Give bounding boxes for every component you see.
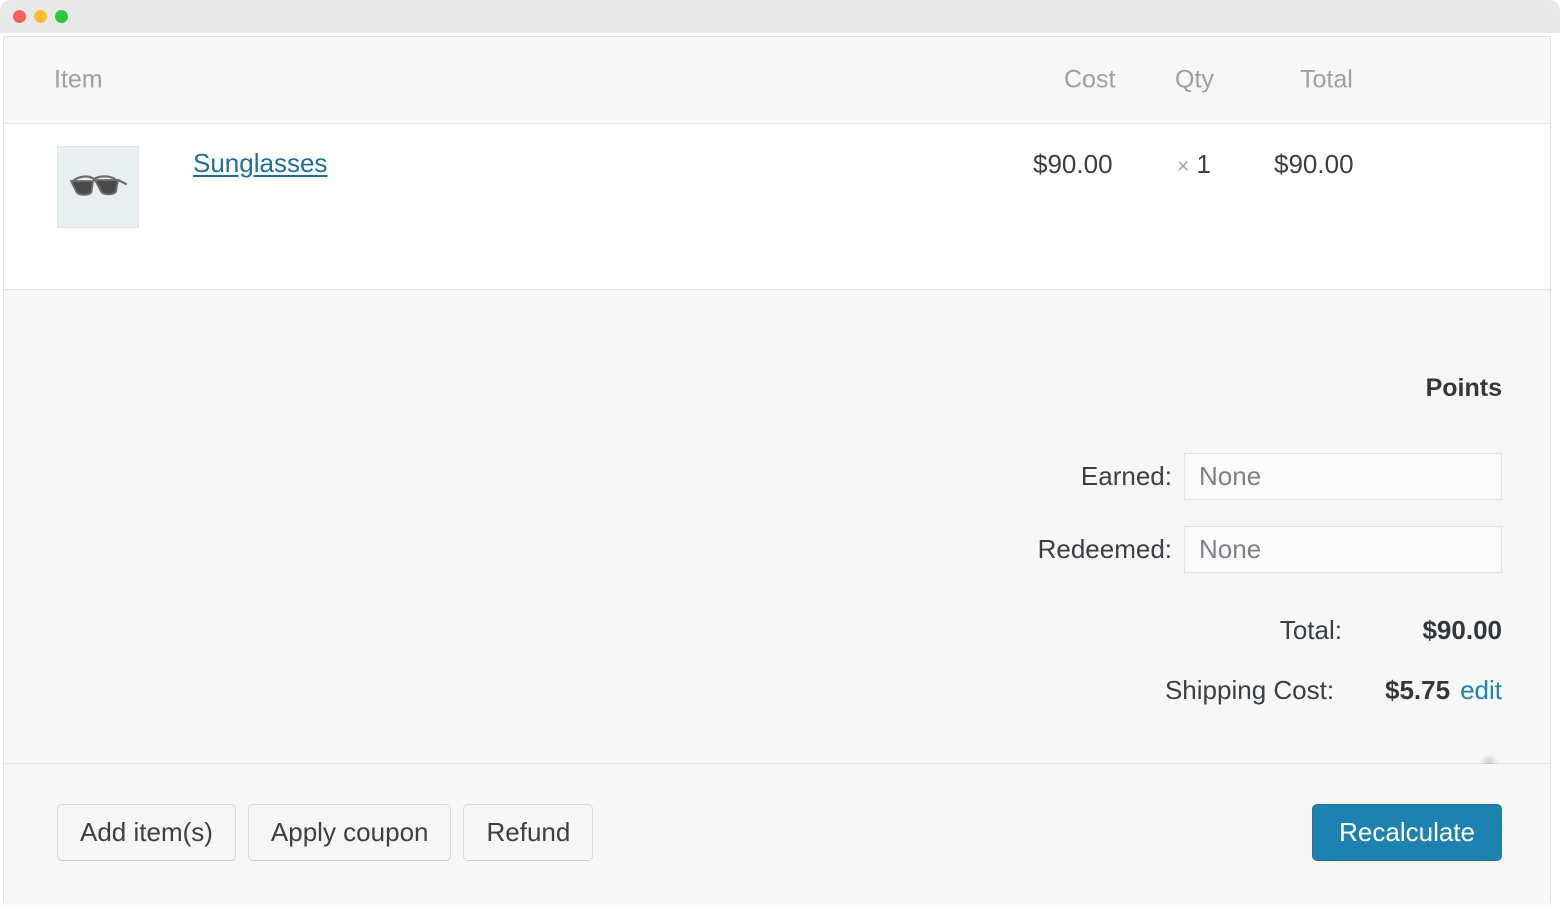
- add-items-button[interactable]: Add item(s): [57, 804, 236, 861]
- order-total-label: Total:: [1279, 615, 1342, 645]
- secondary-actions-group: Add item(s) Apply coupon Refund: [57, 804, 594, 861]
- order-items-panel: Item Cost Qty Total Sunglasses $90.00 × …: [3, 36, 1551, 905]
- points-earned-row: Earned: None: [1081, 453, 1502, 500]
- window-titlebar: [0, 0, 1560, 33]
- points-earned-input[interactable]: None: [1184, 453, 1502, 500]
- points-heading: Points: [1425, 374, 1502, 402]
- order-total-value: $90.00: [1422, 615, 1502, 645]
- product-quantity: × 1: [1177, 149, 1211, 180]
- points-redeemed-row: Redeemed: None: [1038, 526, 1502, 573]
- quantity-value: 1: [1196, 149, 1211, 179]
- shipping-cost-label: Shipping Cost:: [1164, 675, 1335, 705]
- points-earned-label: Earned:: [1080, 461, 1172, 491]
- product-cost: $90.00: [1033, 149, 1113, 179]
- app-window: Item Cost Qty Total Sunglasses $90.00 × …: [0, 0, 1560, 906]
- maximize-window-icon[interactable]: [55, 10, 68, 23]
- sunglasses-product-thumbnail-icon[interactable]: [57, 146, 139, 228]
- column-header-item: Item: [54, 65, 103, 94]
- table-row[interactable]: Sunglasses $90.00 × 1 $90.00: [4, 124, 1550, 290]
- column-header-total: Total: [1300, 65, 1353, 94]
- refund-button[interactable]: Refund: [463, 804, 594, 861]
- shipping-cost-value: $5.75: [1385, 675, 1451, 705]
- shipping-cost-edit-link[interactable]: edit: [1460, 675, 1502, 706]
- column-header-qty: Qty: [1175, 65, 1214, 94]
- order-totals-section: Points Earned: None Redeemed: None Total…: [4, 290, 1550, 772]
- product-name-link[interactable]: Sunglasses: [193, 148, 327, 179]
- apply-coupon-button[interactable]: Apply coupon: [247, 804, 452, 861]
- recalculate-button[interactable]: Recalculate: [1312, 804, 1502, 861]
- shipping-cost-row: Shipping Cost: $5.75 edit: [1034, 675, 1502, 706]
- quantity-multiply-symbol: ×: [1177, 155, 1190, 178]
- points-redeemed-label: Redeemed:: [1037, 534, 1172, 564]
- product-line-total: $90.00: [1274, 149, 1354, 179]
- items-table-header: Item Cost Qty Total: [4, 37, 1550, 124]
- minimize-window-icon[interactable]: [34, 10, 47, 23]
- order-total-row: Total: $90.00: [1042, 615, 1502, 646]
- close-window-icon[interactable]: [13, 10, 26, 23]
- column-header-cost: Cost: [1064, 65, 1116, 94]
- order-actions-footer: Add item(s) Apply coupon Refund Recalcul…: [4, 764, 1550, 905]
- points-redeemed-input[interactable]: None: [1184, 526, 1502, 573]
- traffic-light-controls: [13, 10, 68, 23]
